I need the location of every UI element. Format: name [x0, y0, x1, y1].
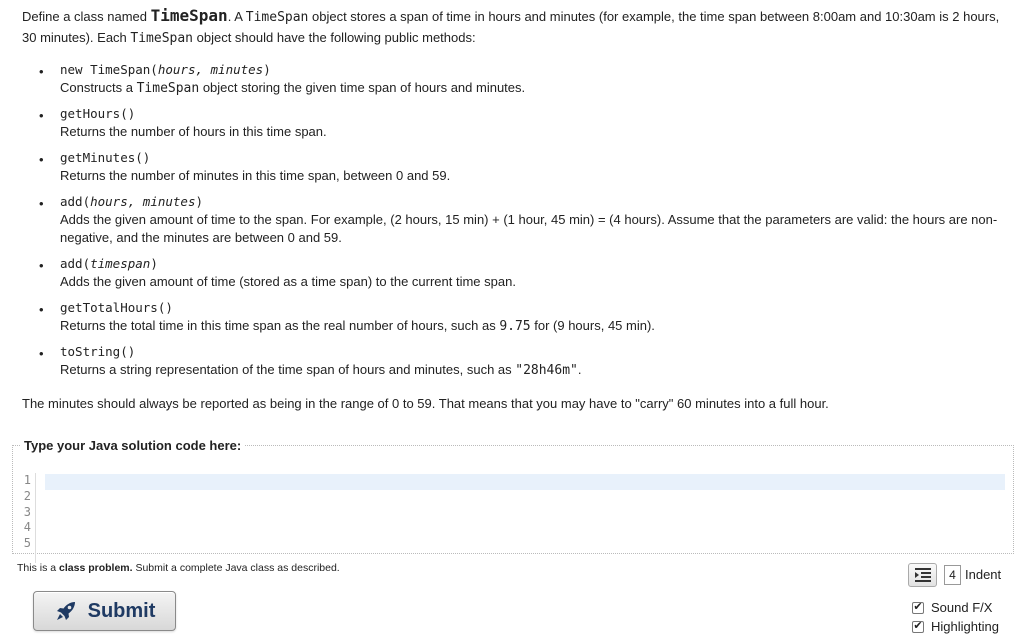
- bullet-icon: •: [39, 346, 44, 361]
- signature-text: add(: [60, 256, 91, 271]
- gutter-divider: [35, 473, 36, 563]
- indent-width-field[interactable]: 4: [944, 565, 961, 585]
- description-text: Returns the number of minutes in this ti…: [60, 168, 451, 183]
- editor-legend: Type your Java solution code here:: [24, 438, 242, 453]
- line-number: 2: [23, 488, 31, 503]
- signature-text: ): [263, 62, 271, 77]
- method-item: • getMinutes() Returns the number of minut…: [39, 149, 1012, 186]
- method-signature: add(timespan): [60, 255, 1012, 273]
- sound-fx-label: Sound F/X: [931, 600, 993, 615]
- indent-icon: [914, 568, 931, 582]
- intro-text: Define a class named: [22, 9, 151, 24]
- method-description: Returns the number of hours in this time…: [60, 123, 1012, 142]
- description-text: Adds the given amount of time to the spa…: [60, 212, 998, 245]
- sound-fx-checkbox[interactable]: ✔ Sound F/X: [912, 600, 992, 615]
- code-input-area[interactable]: [45, 473, 1005, 565]
- intro-text: . A: [227, 9, 246, 24]
- method-item: • getTotalHours() Returns the total time i…: [39, 299, 1012, 336]
- hint-text: Submit a complete Java class as describe…: [132, 562, 340, 574]
- description-text: Adds the given amount of time (stored as…: [60, 274, 516, 289]
- signature-params: hours, minutes: [90, 194, 196, 209]
- method-description: Adds the given amount of time (stored as…: [60, 273, 1012, 292]
- description-text: .: [577, 362, 582, 377]
- inline-code: "28h46m": [515, 363, 578, 378]
- method-description: Returns the total time in this time span…: [60, 317, 1012, 336]
- bullet-icon: •: [39, 152, 44, 167]
- method-signature: getHours(): [60, 105, 1012, 123]
- hint-text: This is a: [17, 562, 60, 574]
- checkbox-check-icon: ✔: [912, 620, 924, 633]
- problem-description: Define a class named TimeSpan. A TimeSpa…: [22, 0, 1012, 414]
- signature-text: toString(): [60, 344, 136, 359]
- signature-text: add(: [60, 194, 91, 209]
- method-signature: new TimeSpan(hours, minutes): [60, 61, 1012, 79]
- method-item: • add(hours, minutes) Adds the given amoun…: [39, 193, 1012, 248]
- method-item: • toString() Returns a string representati…: [39, 343, 1012, 380]
- description-text: Returns the total time in this time span…: [60, 318, 500, 333]
- submit-label: Submit: [87, 599, 156, 622]
- line-number: 4: [23, 520, 31, 535]
- bullet-icon: •: [39, 196, 44, 211]
- signature-text: getTotalHours(): [60, 300, 173, 315]
- bullet-icon: •: [39, 108, 44, 123]
- method-signature: getTotalHours(): [60, 299, 1012, 317]
- method-list: • new TimeSpan(hours, minutes) Constructs …: [22, 61, 1012, 380]
- description-text: Constructs a: [60, 80, 137, 95]
- highlighting-checkbox[interactable]: ✔ Highlighting: [912, 619, 999, 634]
- inline-code: TimeSpan: [136, 81, 200, 96]
- code-editor: Type your Java solution code here: 12345: [12, 438, 1014, 563]
- method-description: Constructs a TimeSpan object storing the…: [60, 79, 1012, 98]
- checkbox-check-icon: ✔: [912, 601, 924, 614]
- problem-hint: This is a class problem. Submit a comple…: [17, 562, 340, 574]
- signature-text: getMinutes(): [60, 150, 151, 165]
- description-text: Returns a string representation of the t…: [60, 362, 516, 377]
- intro-paragraph: Define a class named TimeSpan. A TimeSpa…: [22, 6, 1012, 49]
- line-number-gutter: 12345: [13, 473, 31, 552]
- method-item: • getHours() Returns the number of hours i…: [39, 105, 1012, 142]
- method-description: Adds the given amount of time to the spa…: [60, 211, 1012, 248]
- signature-params: hours, minutes: [157, 62, 264, 77]
- method-signature: add(hours, minutes): [60, 193, 1012, 211]
- method-item: • new TimeSpan(hours, minutes) Constructs …: [39, 61, 1012, 98]
- intro-text: object should have the following public …: [193, 30, 476, 45]
- inline-code: 9.75: [499, 319, 531, 334]
- indent-label: Indent: [965, 567, 1002, 582]
- line-number: 1: [23, 473, 31, 487]
- bullet-icon: •: [39, 302, 44, 317]
- signature-params: timespan: [90, 256, 151, 271]
- method-signature: toString(): [60, 343, 1012, 361]
- description-text: object storing the given time span of ho…: [199, 80, 526, 95]
- inline-code: TimeSpan: [245, 10, 309, 25]
- line-number: 3: [23, 504, 31, 519]
- method-item: • add(timespan) Adds the given amount of t…: [39, 255, 1012, 292]
- highlighting-label: Highlighting: [931, 619, 999, 634]
- class-name: TimeSpan: [150, 6, 228, 25]
- rocket-icon: [56, 602, 75, 620]
- hint-emphasis: class problem.: [59, 562, 133, 574]
- indent-button[interactable]: [908, 563, 937, 587]
- signature-text: new TimeSpan(: [60, 62, 158, 77]
- method-description: Returns a string representation of the t…: [60, 361, 1012, 380]
- signature-text: ): [150, 256, 158, 271]
- description-text: for (9 hours, 45 min).: [530, 318, 655, 333]
- method-signature: getMinutes(): [60, 149, 1012, 167]
- submit-button[interactable]: Submit: [33, 591, 176, 631]
- closing-paragraph: The minutes should always be reported as…: [22, 396, 829, 411]
- signature-text: ): [195, 194, 203, 209]
- signature-text: getHours(): [60, 106, 136, 121]
- description-text: Returns the number of hours in this time…: [60, 124, 327, 139]
- bullet-icon: •: [39, 258, 44, 273]
- method-description: Returns the number of minutes in this ti…: [60, 167, 1012, 186]
- inline-code: TimeSpan: [130, 31, 194, 46]
- bullet-icon: •: [39, 64, 44, 79]
- line-number: 5: [23, 536, 31, 551]
